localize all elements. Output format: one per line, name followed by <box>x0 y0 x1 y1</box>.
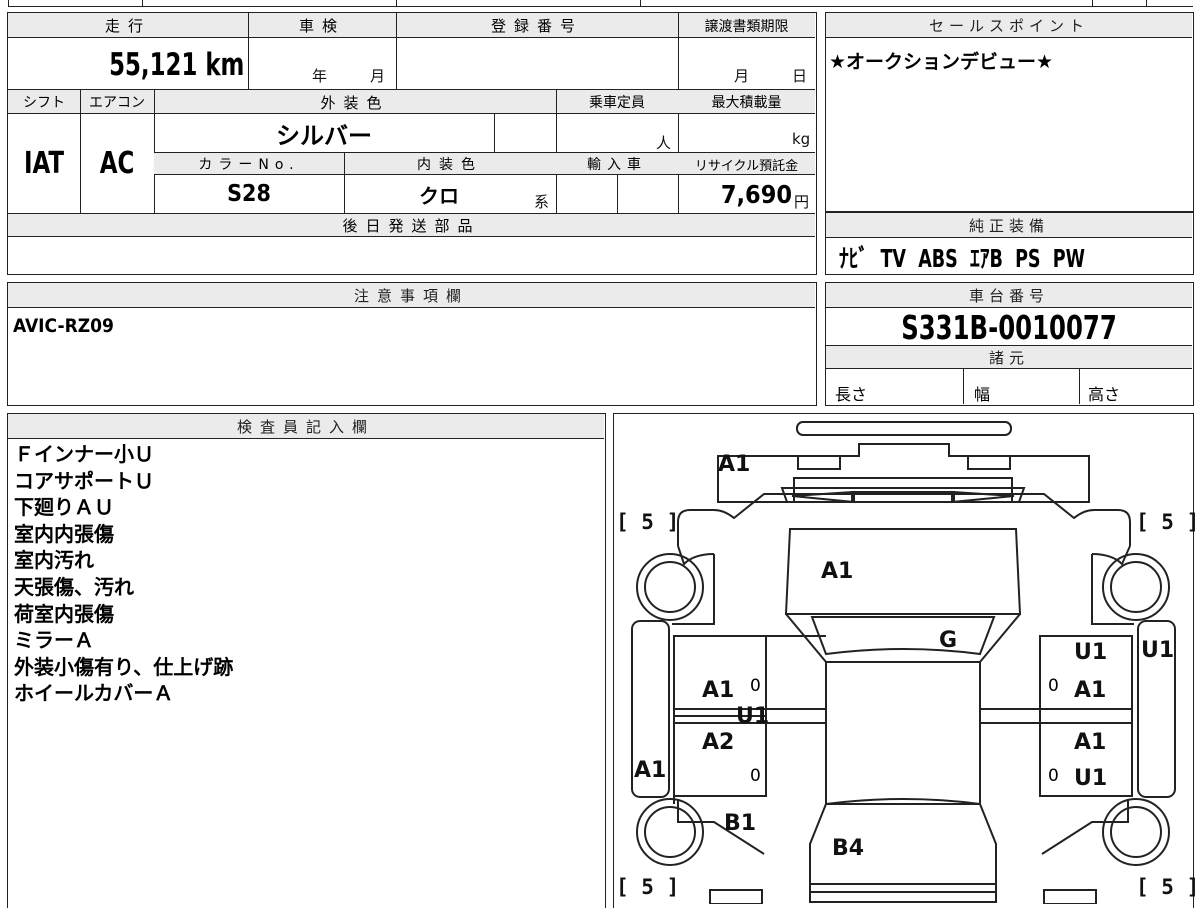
registration-value <box>400 43 670 83</box>
aircon-label: エアコン <box>89 95 145 111</box>
mark-left-quarter: A1 <box>634 758 667 783</box>
note-line: ミラーＡ <box>14 628 94 653</box>
imported-label: 輸入車 <box>587 157 647 173</box>
interior-color-label: 内装色 <box>417 157 483 173</box>
mark-left-door-lower: U1 <box>736 704 770 729</box>
capacity-unit: 人 <box>656 134 672 152</box>
note-line: Ｆインナー小Ｕ <box>14 442 154 466</box>
equipment-box: 純正装備 ﾅﾋﾞ TV ABS ｴｱB PS PW <box>825 212 1194 275</box>
note-line: 室内内張傷 <box>14 521 114 546</box>
zero-mark: 0 <box>1048 766 1059 786</box>
inspector-box: 検査員記入欄 Ｆインナー小Ｕ コアサポートＵ 下廻りＡＵ 室内内張傷 室内汚れ … <box>7 413 606 908</box>
sales-point-box: セールスポイント ★オークションデビュー★ <box>825 12 1194 212</box>
max-load-unit: kg <box>792 130 811 148</box>
mark-right-front-door: A1 <box>1074 678 1107 703</box>
color-no-value: S28 <box>227 181 271 207</box>
inspector-notes: Ｆインナー小Ｕ コアサポートＵ 下廻りＡＵ 室内内張傷 室内汚れ 天張傷、汚れ … <box>14 441 233 707</box>
interior-color-suffix: 系 <box>534 193 550 211</box>
recycle-fee-value: 7,690 <box>720 180 792 209</box>
vehicle-info-table: 走行 車検 登録番号 譲渡書類期限 55,121 km 年 月 月 日 シフト … <box>7 12 817 275</box>
tire-rear-left: [ 5 ] <box>616 875 680 899</box>
mark-right-front-fender: U1 <box>1074 640 1108 665</box>
note-line: コアサポートＵ <box>14 468 154 493</box>
exterior-color-label: 外装色 <box>320 93 390 112</box>
note-line: 下廻りＡＵ <box>14 495 114 520</box>
mark-front-bumper: A1 <box>718 452 751 477</box>
aircon-value: AC <box>99 146 135 181</box>
tire-rear-right: [ 5 ] <box>1136 875 1200 899</box>
sales-point-value: ★オークションデビュー★ <box>829 51 1054 73</box>
spec-width-label: 幅 <box>974 385 991 404</box>
shift-value: IAT <box>24 146 64 181</box>
sales-point-label: セールスポイント <box>826 13 1192 38</box>
zero-mark: 0 <box>750 766 761 786</box>
mileage-label: 走行 <box>104 17 151 35</box>
registration-label: 登録番号 <box>490 17 583 35</box>
note-line: 荷室内張傷 <box>14 601 114 626</box>
note-line: 室内汚れ <box>14 548 94 573</box>
equipment-value: ﾅﾋﾞ TV ABS ｴｱB PS PW <box>839 244 1085 273</box>
mark-right-rear-door: A1 <box>1074 730 1107 755</box>
chassis-value: S331B-0010077 <box>901 307 1117 347</box>
shaken-label: 車検 <box>298 17 345 35</box>
color-no-label: カラーNo. <box>198 157 300 173</box>
spec-length-label: 長さ <box>835 385 868 404</box>
mark-hood: A1 <box>821 559 854 584</box>
top-strip <box>0 0 1200 8</box>
mark-left-front-door: A1 <box>702 678 735 703</box>
notice-box: 注意事項欄 AVIC-RZ09 <box>7 282 817 406</box>
recycle-fee-unit: 円 <box>794 193 810 211</box>
chassis-box: 車台番号 S331B-0010077 諸元 長さ 幅 高さ <box>825 282 1194 406</box>
tire-front-right: [ 5 ] <box>1136 510 1200 534</box>
later-parts-label: 後日発送部品 <box>342 217 481 235</box>
deadline-month-unit: 月 <box>734 67 750 85</box>
later-parts-value <box>14 241 804 271</box>
note-line: 外装小傷有り、仕上げ跡 <box>14 654 234 679</box>
car-diagram-box: A1 A1 G A1 U1 A2 A1 B1 B4 U1 A1 A1 U1 U1… <box>613 413 1199 908</box>
note-line: ホイールカバーＡ <box>14 681 174 706</box>
mark-windshield: G <box>939 628 958 653</box>
note-line: 天張傷、汚れ <box>14 574 134 599</box>
notice-label: 注意事項欄 <box>8 283 815 308</box>
mark-right-side: U1 <box>1141 638 1175 663</box>
inspector-label: 検査員記入欄 <box>8 414 604 439</box>
spec-height-label: 高さ <box>1088 385 1121 404</box>
interior-color-value: クロ <box>419 183 459 208</box>
equipment-label: 純正装備 <box>826 213 1192 238</box>
mark-left-rear: B1 <box>724 811 757 836</box>
shift-label: シフト <box>23 95 65 111</box>
specs-label: 諸元 <box>826 345 1192 369</box>
capacity-label: 乗車定員 <box>589 95 645 111</box>
mileage-value: 55,121 km <box>109 47 245 83</box>
shaken-year-unit: 年 <box>312 67 328 85</box>
exterior-color-value: シルバー <box>276 121 372 150</box>
mark-rear-gate: B4 <box>832 836 865 861</box>
mark-right-rear-door-lower: U1 <box>1074 766 1108 791</box>
mark-left-rear-door: A2 <box>702 730 735 755</box>
recycle-fee-label: リサイクル預託金 <box>694 158 799 174</box>
max-load-label: 最大積載量 <box>711 95 782 111</box>
deadline-day-unit: 日 <box>792 67 808 85</box>
shaken-month-unit: 月 <box>370 67 386 85</box>
transfer-deadline-label: 譲渡書類期限 <box>704 18 789 35</box>
chassis-label: 車台番号 <box>826 283 1192 308</box>
zero-mark: 0 <box>1048 676 1059 696</box>
tire-front-left: [ 5 ] <box>616 510 680 534</box>
zero-mark: 0 <box>750 676 761 696</box>
notice-value: AVIC-RZ09 <box>13 315 114 337</box>
